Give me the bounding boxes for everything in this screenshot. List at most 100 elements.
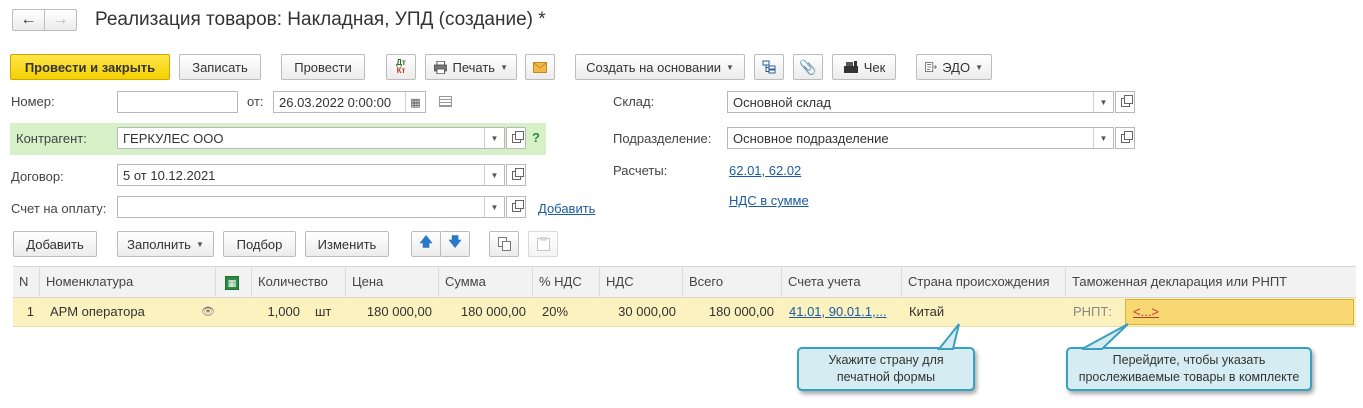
dt-kt-button[interactable]: Дт Кт (386, 54, 416, 80)
paste-rows-button[interactable] (528, 231, 558, 257)
edo-button[interactable]: ЭДО ▼ (916, 54, 992, 80)
chevron-down-icon[interactable]: ▼ (484, 128, 504, 148)
move-down-button[interactable]: 🡇 (440, 231, 470, 257)
col-header-vat[interactable]: НДС (600, 267, 683, 297)
cell-n: 1 (26, 304, 34, 319)
col-header-country[interactable]: Страна происхождения (902, 267, 1066, 297)
col-header-total[interactable]: Всего (683, 267, 782, 297)
chevron-down-icon[interactable]: ▼ (1093, 92, 1113, 112)
envelope-icon (533, 61, 547, 73)
rnpt-link[interactable]: <...> (1133, 304, 1159, 319)
cash-register-icon (843, 60, 858, 73)
invoice-add-link[interactable]: Добавить (538, 201, 595, 216)
copy-rows-button[interactable] (489, 231, 519, 257)
settlements-label: Расчеты: (613, 163, 668, 178)
move-up-button[interactable]: 🡅 (411, 231, 441, 257)
open-icon (511, 167, 524, 180)
chevron-down-icon[interactable]: ▼ (484, 165, 504, 185)
open-icon (511, 199, 524, 212)
chevron-down-icon[interactable]: ▼ (1093, 128, 1113, 148)
post-and-close-button[interactable]: Провести и закрыть (10, 54, 170, 80)
email-button[interactable] (525, 54, 555, 80)
department-label: Подразделение: (613, 131, 712, 146)
copy-icon (497, 237, 511, 251)
table-row[interactable]: 1 АРМ оператора 👁 1,000 шт 180 000,00 18… (13, 298, 1356, 327)
attach-button[interactable]: 📎 (793, 54, 823, 80)
nav-forward-button[interactable]: → (44, 9, 77, 31)
invoice-label: Счет на оплату: (11, 201, 107, 216)
add-row-button[interactable]: Добавить (13, 231, 97, 257)
warehouse-open-button[interactable] (1115, 91, 1135, 113)
contract-label: Договор: (11, 169, 64, 184)
counterparty-label: Контрагент: (16, 131, 87, 146)
cell-item[interactable]: АРМ оператора (50, 298, 200, 326)
warehouse-label: Склад: (613, 94, 655, 109)
history-icon[interactable] (439, 96, 452, 107)
cell-vat-rate[interactable]: 20% (542, 298, 597, 326)
number-field[interactable] (117, 91, 238, 113)
calendar-icon[interactable]: ▦ (405, 92, 425, 112)
open-icon (1120, 94, 1133, 107)
counterparty-field[interactable]: ГЕРКУЛЕС ООО ▼ (117, 127, 505, 149)
col-header-sum[interactable]: Сумма (439, 267, 533, 297)
contract-field[interactable]: 5 от 10.12.2021 ▼ (117, 164, 505, 186)
col-header-price[interactable]: Цена (346, 267, 439, 297)
col-header-qty[interactable]: Количество (252, 267, 346, 297)
chevron-down-icon: ▼ (725, 62, 734, 72)
country-tooltip-pointer (937, 323, 960, 350)
warehouse-field[interactable]: Основной склад ▼ (727, 91, 1114, 113)
receipt-button[interactable]: Чек (832, 54, 896, 80)
col-header-rnpt[interactable]: Таможенная декларация или РНПТ (1066, 267, 1356, 297)
nav-back-button[interactable]: ← (12, 9, 45, 31)
col-header-marking[interactable]: ▦ (216, 267, 252, 297)
chevron-down-icon: ▼ (500, 62, 508, 72)
edo-icon (925, 62, 938, 72)
rnpt-input[interactable]: <...> (1125, 299, 1354, 325)
department-open-button[interactable] (1115, 127, 1135, 149)
cell-vat[interactable]: 30 000,00 (600, 298, 676, 326)
change-button[interactable]: Изменить (305, 231, 389, 257)
excel-icon: ▦ (225, 276, 239, 290)
chevron-down-icon: ▼ (195, 239, 204, 249)
contract-open-button[interactable] (506, 164, 526, 186)
print-button[interactable]: Печать ▼ (425, 54, 517, 80)
help-icon[interactable]: ? (532, 130, 540, 145)
country-tooltip: Укажите страну для печатной формы (797, 347, 975, 391)
cell-unit[interactable]: шт (315, 298, 343, 326)
rnpt-tooltip: Перейдите, чтобы указать прослеживаемые … (1066, 347, 1312, 391)
col-header-accounts[interactable]: Счета учета (782, 267, 902, 297)
cell-country[interactable]: Китай (909, 298, 1059, 326)
create-based-on-button[interactable]: Создать на основании ▼ (575, 54, 745, 80)
arrow-left-icon: ← (20, 11, 37, 28)
arrow-up-icon: 🡅 (419, 234, 433, 249)
item-detail-icon[interactable]: 👁 (201, 298, 217, 326)
post-button[interactable]: Провести (281, 54, 365, 80)
settlements-link[interactable]: 62.01, 62.02 (729, 163, 801, 178)
cell-price[interactable]: 180 000,00 (346, 298, 432, 326)
col-header-n[interactable]: N (13, 267, 40, 297)
save-button[interactable]: Записать (179, 54, 261, 80)
paperclip-icon: 📎 (799, 58, 817, 75)
pick-button[interactable]: Подбор (223, 231, 296, 257)
cell-accounts-link[interactable]: 41.01, 90.01.1,... (789, 298, 899, 326)
col-header-vat-rate[interactable]: % НДС (533, 267, 600, 297)
structure-button[interactable] (754, 54, 784, 80)
open-icon (1120, 130, 1133, 143)
vat-link[interactable]: НДС в сумме (729, 193, 809, 208)
chevron-down-icon[interactable]: ▼ (484, 197, 504, 217)
cell-sum[interactable]: 180 000,00 (439, 298, 526, 326)
cell-total[interactable]: 180 000,00 (683, 298, 774, 326)
department-field[interactable]: Основное подразделение ▼ (727, 127, 1114, 149)
fill-button[interactable]: Заполнить ▼ (117, 231, 214, 257)
cell-qty[interactable]: 1,000 (252, 298, 300, 326)
invoice-open-button[interactable] (506, 196, 526, 218)
number-label: Номер: (11, 94, 55, 109)
col-header-item[interactable]: Номенклатура (40, 267, 216, 297)
dt-kt-icon: Дт Кт (396, 58, 406, 75)
invoice-field[interactable]: ▼ (117, 196, 505, 218)
arrow-right-icon: → (52, 11, 69, 28)
paste-icon (536, 237, 550, 251)
counterparty-open-button[interactable] (506, 127, 526, 149)
date-label: от: (247, 94, 264, 109)
date-field[interactable]: 26.03.2022 0:00:00 ▦ (273, 91, 426, 113)
